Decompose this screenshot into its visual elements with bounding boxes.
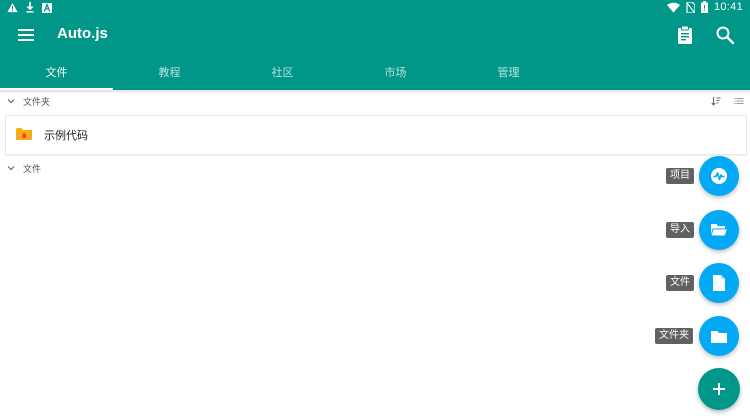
- sort-icon[interactable]: [711, 96, 721, 106]
- folder-open-icon: [710, 224, 728, 237]
- tab-label: 市场: [384, 65, 407, 79]
- tab-label: 管理: [497, 65, 520, 79]
- tab-market[interactable]: 市场: [339, 53, 452, 90]
- fab-label-project[interactable]: 项目: [666, 168, 694, 184]
- menu-icon[interactable]: [16, 25, 36, 45]
- wifi-icon: [666, 2, 680, 13]
- tab-files[interactable]: 文件: [0, 53, 113, 90]
- add-icon: [713, 383, 725, 395]
- import-button[interactable]: [699, 210, 739, 250]
- search-icon[interactable]: [714, 24, 736, 46]
- download-icon: [26, 2, 34, 13]
- chevron-down-icon[interactable]: [7, 97, 15, 105]
- files-section-header[interactable]: 文件: [0, 158, 750, 178]
- app-toolbar: Auto.js: [0, 17, 750, 53]
- no-sim-icon: [686, 1, 695, 13]
- folders-section-label: 文件夹: [23, 97, 51, 108]
- tab-community[interactable]: 社区: [226, 53, 339, 90]
- new-folder-button[interactable]: [699, 316, 739, 356]
- tab-bar: 文件 教程 社区 市场 管理: [0, 53, 750, 90]
- warning-icon: [7, 2, 18, 13]
- add-button[interactable]: [698, 368, 740, 410]
- status-bar-notifications: [7, 2, 52, 13]
- status-bar: 10:41: [0, 0, 750, 17]
- a-box-icon: [42, 2, 52, 13]
- tab-manage[interactable]: 管理: [452, 53, 565, 90]
- fab-label-folder[interactable]: 文件夹: [655, 328, 693, 344]
- project-icon: [711, 168, 727, 184]
- battery-icon: [700, 1, 708, 13]
- tab-tutorials[interactable]: 教程: [113, 53, 226, 90]
- clipboard-icon[interactable]: [674, 24, 696, 46]
- files-section-label: 文件: [23, 164, 42, 175]
- list-icon[interactable]: [734, 96, 744, 106]
- folder-icon: [16, 128, 32, 140]
- new-file-button[interactable]: [699, 263, 739, 303]
- tab-label: 文件: [45, 65, 68, 79]
- folder-icon: [711, 330, 727, 343]
- app-title: Auto.js: [57, 25, 108, 42]
- new-project-button[interactable]: [699, 156, 739, 196]
- folders-section-header[interactable]: 文件夹: [0, 91, 750, 111]
- status-time: 10:41: [713, 1, 743, 13]
- tab-label: 社区: [271, 65, 294, 79]
- file-icon: [713, 275, 725, 291]
- fab-label-file[interactable]: 文件: [666, 275, 694, 291]
- folder-item[interactable]: 示例代码: [5, 115, 747, 155]
- tab-label: 教程: [158, 65, 181, 79]
- fab-label-import[interactable]: 导入: [666, 222, 694, 238]
- folder-name: 示例代码: [44, 129, 88, 142]
- status-bar-system: 10:41: [666, 1, 743, 13]
- chevron-down-icon[interactable]: [7, 164, 15, 172]
